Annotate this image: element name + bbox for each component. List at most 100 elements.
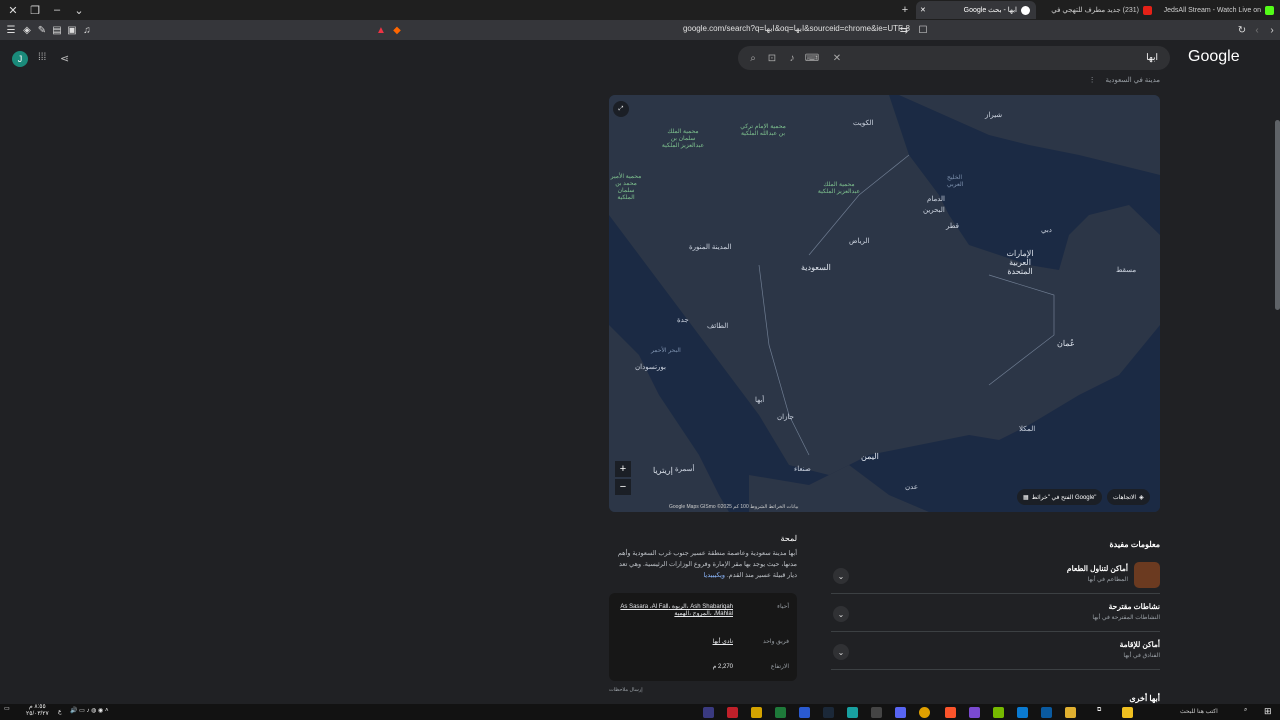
clock[interactable]: ٨:٥٥ م ٢٥/٠٣/٢٧ bbox=[26, 704, 49, 718]
store-icon[interactable] bbox=[1041, 707, 1052, 718]
fact-value[interactable]: نادي أبها bbox=[615, 638, 733, 645]
nvidia-icon[interactable] bbox=[993, 707, 1004, 718]
map-label-muscat: مسقط bbox=[1116, 267, 1137, 274]
search-icon[interactable]: ⌕ bbox=[746, 51, 760, 65]
app-icon[interactable] bbox=[703, 707, 714, 718]
language-indicator[interactable]: ع bbox=[58, 708, 62, 715]
fullscreen-map-button[interactable]: ⤢ bbox=[613, 101, 629, 117]
minimize-window-icon[interactable]: – bbox=[48, 2, 66, 18]
tray-icons[interactable]: 🔊 ▭ ♪ ◍ ◉ ˄ bbox=[70, 707, 108, 714]
browser-toolbar: ☰ ◈ ✎ ▤ ▣ ♫ ▲ ◆ google.com/search?q=ابها… bbox=[0, 20, 1280, 40]
app-icon[interactable] bbox=[727, 707, 738, 718]
tab-label: ابها - بحث Google bbox=[963, 7, 1017, 14]
partial-section-title: أبها أخرى bbox=[1129, 694, 1160, 703]
edit-icon[interactable]: ✎ bbox=[35, 23, 49, 37]
brave-rewards-icon[interactable]: ▲ bbox=[374, 23, 388, 37]
map-label-madinah: المدينة المنورة bbox=[689, 244, 732, 251]
search-icon[interactable]: ⌕ bbox=[1244, 707, 1247, 714]
open-in-maps-button[interactable]: ▦ الفتح في "خرائط Google" bbox=[1017, 489, 1103, 505]
map-label-red-sea: البحر الأحمر bbox=[651, 348, 681, 354]
overview-heading: لمحة bbox=[780, 534, 797, 543]
tab-label: JedsAll Stream - Watch Live on bbox=[1163, 6, 1261, 14]
zoom-out-button[interactable]: − bbox=[615, 479, 631, 495]
menu-icon[interactable]: ☰ bbox=[4, 23, 18, 37]
fact-key: الارتفاع bbox=[770, 664, 789, 670]
tab-youtube[interactable]: (231) جديد مطرف للتهجي في bbox=[1040, 1, 1158, 19]
notifications-icon[interactable]: ▭ bbox=[4, 705, 10, 712]
app-icon[interactable] bbox=[969, 707, 980, 718]
app-icon[interactable] bbox=[847, 707, 858, 718]
zoom-in-button[interactable]: + bbox=[615, 461, 631, 477]
directions-icon: ◈ bbox=[1139, 494, 1144, 501]
search-box[interactable]: ⌕ ⊡ ♪ ⌨ ✕ ابها bbox=[738, 46, 1170, 70]
share-icon[interactable]: ⋖ bbox=[60, 52, 69, 65]
map-label-mukalla: المكلا bbox=[1019, 426, 1036, 433]
map-canvas bbox=[609, 95, 1160, 512]
folder-icon[interactable] bbox=[1065, 707, 1076, 718]
chevron-down-icon[interactable]: ⌄ bbox=[833, 568, 849, 584]
reload-icon[interactable]: ↻ bbox=[1235, 23, 1249, 37]
discord-icon[interactable] bbox=[895, 707, 906, 718]
accordion-hotels[interactable]: أماكن للإقامة الفنادق في أبها ⌄ bbox=[831, 634, 1160, 670]
chrome-icon[interactable] bbox=[919, 707, 930, 718]
reader-icon[interactable]: ▣ bbox=[65, 23, 79, 37]
mic-icon[interactable]: ♪ bbox=[785, 51, 799, 65]
tab-abha-search[interactable]: ابها - بحث Google ✕ bbox=[916, 1, 1036, 19]
fact-value[interactable]: Ash Shabariqah ،الربوة ،As Sasara ،Al Fa… bbox=[615, 603, 733, 617]
steam-icon[interactable] bbox=[823, 707, 834, 718]
xbox-icon[interactable] bbox=[775, 707, 786, 718]
taskbar-search[interactable]: اكتب هنا للبحث bbox=[1180, 708, 1218, 715]
search-page: J ⁞⁞⁞ ⋖ ⌕ ⊡ ♪ ⌨ ✕ ابها Google مدينة في ا… bbox=[0, 40, 1280, 704]
directions-button[interactable]: الاتجاهات ◈ bbox=[1107, 489, 1150, 505]
accordion-title: أماكن للإقامة bbox=[1119, 640, 1160, 649]
fact-key: أحياء bbox=[777, 604, 789, 610]
chevron-down-icon[interactable]: ⌄ bbox=[833, 644, 849, 660]
wikipedia-link[interactable]: ويكيبيديا bbox=[703, 572, 725, 579]
avatar[interactable]: J bbox=[12, 51, 28, 67]
tab-list-icon[interactable]: ⌄ bbox=[70, 2, 88, 18]
map[interactable]: الكويت الدمام البحرين قطر الخليج العربي … bbox=[609, 95, 1160, 512]
translate-icon[interactable]: ⇆ bbox=[897, 23, 911, 37]
address-bar[interactable]: google.com/search?q=ابها&oq=ابها&sourcei… bbox=[400, 24, 910, 36]
accordion-title: نشاطات مقترحة bbox=[1108, 602, 1160, 611]
page-scrollbar[interactable] bbox=[1275, 120, 1280, 310]
copilot-icon[interactable] bbox=[1122, 707, 1133, 718]
restore-window-icon[interactable]: ❐ bbox=[26, 2, 44, 18]
music-icon[interactable]: ♫ bbox=[80, 23, 94, 37]
app-icon[interactable] bbox=[751, 707, 762, 718]
tab-stream[interactable]: JedsAll Stream - Watch Live on bbox=[1160, 1, 1280, 19]
taskbar: ▭ ٨:٥٥ م ٢٥/٠٣/٢٧ ع 🔊 ▭ ♪ ◍ ◉ ˄ ⧉ اكتب ه… bbox=[0, 704, 1280, 720]
fact-key: فريق واحد bbox=[763, 639, 789, 645]
task-view-icon[interactable]: ⧉ bbox=[1097, 707, 1101, 714]
fact-team: فريق واحد نادي أبها bbox=[609, 638, 797, 652]
shield-icon[interactable]: ◈ bbox=[20, 23, 34, 37]
github-icon[interactable] bbox=[871, 707, 882, 718]
map-label-port-sudan: بورتسودان bbox=[635, 364, 666, 371]
back-icon[interactable]: › bbox=[1265, 23, 1279, 37]
brave-icon[interactable] bbox=[945, 707, 956, 718]
tab-close-icon[interactable]: ✕ bbox=[920, 6, 926, 14]
feedback-link[interactable]: إرسال ملاحظات bbox=[609, 687, 643, 693]
forward-icon[interactable]: ‹ bbox=[1250, 23, 1264, 37]
map-label-shiraz: شيراز bbox=[985, 112, 1003, 119]
windows-start-icon[interactable]: ⊞ bbox=[1264, 706, 1272, 717]
sidebar-icon[interactable]: ▤ bbox=[50, 23, 64, 37]
apps-grid-icon[interactable]: ⁞⁞⁞ bbox=[38, 52, 50, 64]
fact-value: 2,270 م bbox=[712, 664, 733, 670]
google-logo[interactable]: Google bbox=[1188, 48, 1240, 66]
info-icon[interactable]: ⋮ bbox=[1089, 77, 1096, 84]
chevron-down-icon[interactable]: ⌄ bbox=[833, 606, 849, 622]
search-input[interactable]: ابها bbox=[1146, 52, 1158, 63]
app-icon[interactable] bbox=[799, 707, 810, 718]
map-label-aden: عدن bbox=[905, 484, 918, 491]
lens-icon[interactable]: ⊡ bbox=[765, 51, 779, 65]
new-tab-button[interactable]: + bbox=[896, 2, 914, 18]
edge-icon[interactable] bbox=[1017, 707, 1028, 718]
map-label-taif: الطائف bbox=[707, 323, 729, 330]
accordion-activities[interactable]: نشاطات مقترحة النشاطات المقترحة في أبها … bbox=[831, 596, 1160, 632]
close-window-icon[interactable]: ✕ bbox=[4, 2, 22, 18]
accordion-dining[interactable]: أماكن لتناول الطعام المطاعم في أبها ⌄ bbox=[831, 558, 1160, 594]
bookmark-icon[interactable]: ☐ bbox=[916, 23, 930, 37]
clear-icon[interactable]: ✕ bbox=[830, 51, 844, 65]
keyboard-icon[interactable]: ⌨ bbox=[805, 51, 819, 65]
